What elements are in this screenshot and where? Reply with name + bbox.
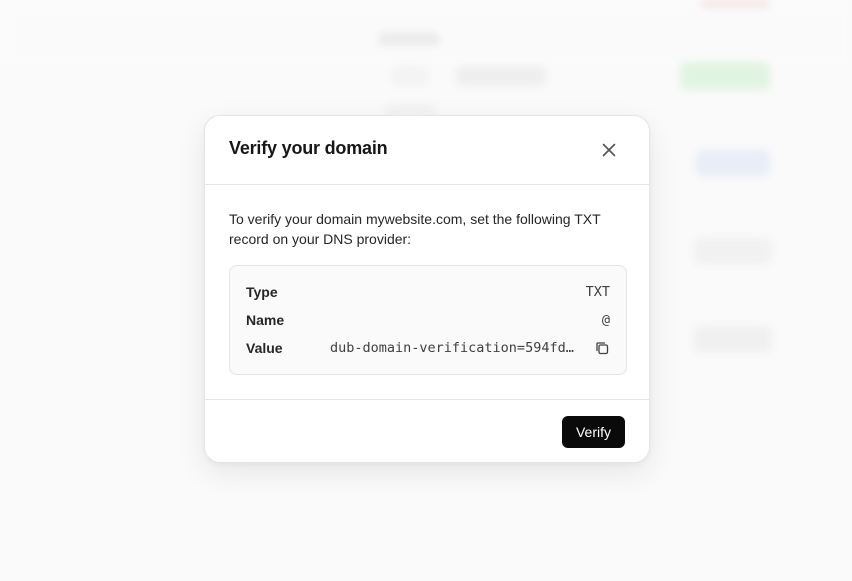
record-row-value: Value dub-domain-verification=594fd… — [246, 338, 610, 358]
record-label: Value — [246, 340, 283, 356]
record-row-type: Type TXT — [246, 282, 610, 302]
record-value: TXT — [585, 284, 610, 300]
dns-record-box: Type TXT Name @ Value dub-domain-verific… — [229, 265, 627, 375]
instructions-text: To verify your domain mywebsite.com, set… — [229, 211, 601, 247]
record-label: Name — [246, 312, 285, 328]
verify-domain-dialog: Verify your domain To verify your domain… — [204, 115, 650, 463]
dialog-title: Verify your domain — [229, 138, 388, 158]
verify-button[interactable]: Verify — [562, 416, 625, 448]
close-button[interactable] — [597, 138, 621, 162]
dialog-footer: Verify — [205, 400, 649, 462]
copy-icon — [596, 342, 609, 355]
close-icon — [602, 143, 616, 157]
record-value[interactable]: dub-domain-verification=594fd… — [330, 340, 574, 356]
dialog-body: To verify your domain mywebsite.com, set… — [205, 185, 649, 400]
record-label: Type — [246, 284, 278, 300]
dialog-header: Verify your domain — [205, 116, 649, 185]
copy-button[interactable] — [594, 340, 610, 356]
record-value: @ — [601, 312, 610, 328]
record-row-name: Name @ — [246, 310, 610, 330]
